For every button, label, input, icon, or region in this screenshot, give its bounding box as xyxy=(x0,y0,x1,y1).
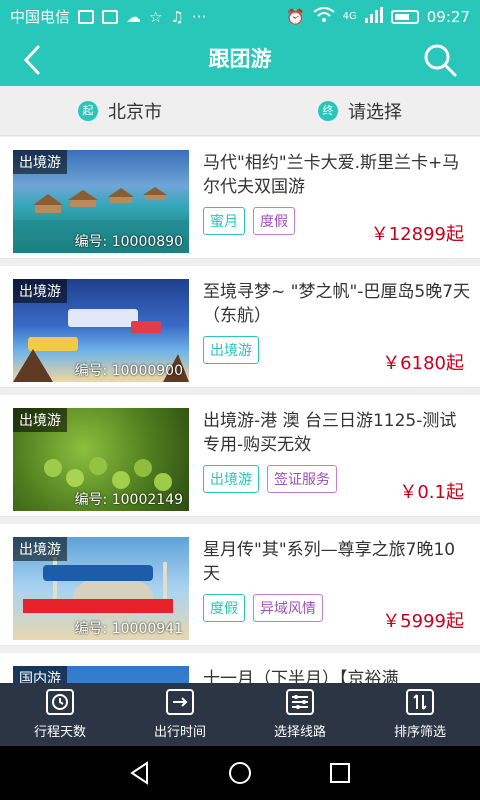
start-city-selector[interactable]: 起 北京市 xyxy=(0,86,240,135)
route-selector: 起 北京市 终 请选择 xyxy=(0,86,480,136)
star-icon: ☆ xyxy=(149,7,163,26)
tour-code: 编号: 10000890 xyxy=(74,234,183,250)
sliders-icon xyxy=(286,689,314,715)
tour-name: 马代"相约"兰卡大爱.斯里兰卡+马尔代夫双国游 xyxy=(203,153,460,197)
tour-price: ￥0.1起 xyxy=(399,482,464,503)
departure-time-button[interactable]: 出行时间 xyxy=(120,683,240,746)
tour-list-item[interactable]: 出境游 编号: 10002149 出境游-港 澳 台三日游1125-测试专用-购… xyxy=(0,395,480,517)
select-route-label: 选择线路 xyxy=(273,725,326,740)
clock-icon xyxy=(46,689,74,715)
tour-category: 出境游 xyxy=(13,150,67,174)
tour-thumbnail: 出境游 编号: 10000941 xyxy=(13,537,189,640)
recents-square-icon[interactable] xyxy=(327,760,353,786)
tour-category: 国内游 xyxy=(13,666,67,683)
signal-icon xyxy=(364,6,383,27)
tour-tag: 蜜月 xyxy=(203,207,245,235)
start-city: 北京市 xyxy=(108,101,162,123)
home-circle-icon[interactable] xyxy=(227,760,253,786)
tour-category: 出境游 xyxy=(13,408,67,432)
tour-thumbnail: 出境游 编号: 10002149 xyxy=(13,408,189,511)
end-city-selector[interactable]: 终 请选择 xyxy=(240,86,480,135)
system-nav-bar xyxy=(0,746,480,800)
cloud-icon: ☁ xyxy=(126,7,142,26)
app-bar: 跟团游 xyxy=(0,33,480,86)
status-bar: 中国电信 ☁ ☆ ♫ ··· ⏰ 4G 09:27 xyxy=(0,0,480,33)
tour-tag: 异域风情 xyxy=(253,594,323,622)
back-arrow-icon xyxy=(23,45,40,75)
tour-price: ￥5999起 xyxy=(382,611,464,632)
tour-list: 出境游 编号: 10000890 马代"相约"兰卡大爱.斯里兰卡+马尔代夫双国游… xyxy=(0,137,480,683)
more-icon: ··· xyxy=(191,7,207,26)
tour-list-item[interactable]: 出境游 编号: 10000900 至境寻梦~ "梦之帆"-巴厘岛5晚7天（东航）… xyxy=(0,266,480,388)
tour-name: 出境游-港 澳 台三日游1125-测试专用-购买无效 xyxy=(203,411,457,455)
tour-tag: 出境游 xyxy=(203,336,259,364)
tour-thumbnail: 出境游 编号: 10000900 xyxy=(13,279,189,382)
trip-days-label: 行程天数 xyxy=(33,725,86,740)
tour-list-item[interactable]: 国内游 十一月（下半月）【京裕满 xyxy=(0,653,480,683)
tour-tag: 度假 xyxy=(253,207,295,235)
alarm-icon: ⏰ xyxy=(285,7,305,26)
tour-code: 编号: 10000941 xyxy=(74,621,183,637)
carrier-label: 中国电信 xyxy=(10,8,71,26)
tour-category: 出境游 xyxy=(13,279,67,303)
wifi-icon xyxy=(313,6,335,27)
tour-tag: 度假 xyxy=(203,594,245,622)
back-triangle-icon[interactable] xyxy=(127,760,153,786)
tour-name: 至境寻梦~ "梦之帆"-巴厘岛5晚7天（东航） xyxy=(203,282,471,326)
tour-name: 十一月（下半月）【京裕满 xyxy=(203,669,399,683)
end-city: 请选择 xyxy=(348,101,402,123)
bottom-filter-bar: 行程天数 出行时间 选择线路 排序筛选 xyxy=(0,683,480,746)
sort-filter-button[interactable]: 排序筛选 xyxy=(360,683,480,746)
select-route-button[interactable]: 选择线路 xyxy=(240,683,360,746)
sort-icon xyxy=(406,689,434,715)
image-notification-icon xyxy=(78,9,95,24)
battery-icon xyxy=(390,9,419,24)
tour-code: 编号: 10002149 xyxy=(74,492,183,508)
music-icon: ♫ xyxy=(170,7,184,26)
clock: 09:27 xyxy=(426,7,470,26)
export-icon xyxy=(166,689,194,715)
sort-filter-label: 排序筛选 xyxy=(393,725,446,740)
tour-list-item[interactable]: 出境游 编号: 10000890 马代"相约"兰卡大爱.斯里兰卡+马尔代夫双国游… xyxy=(0,137,480,259)
tour-price: ￥12899起 xyxy=(370,224,464,245)
tour-tag: 签证服务 xyxy=(267,465,337,493)
end-badge: 终 xyxy=(318,100,338,121)
search-button[interactable] xyxy=(422,42,458,78)
tour-price: ￥6180起 xyxy=(382,353,464,374)
tour-code: 编号: 10000900 xyxy=(74,363,183,379)
mail-notification-icon xyxy=(102,9,119,24)
start-badge: 起 xyxy=(78,100,98,121)
search-icon xyxy=(424,44,457,77)
back-button[interactable] xyxy=(18,43,50,77)
network-type: 4G xyxy=(342,11,357,22)
tour-list-item[interactable]: 出境游 编号: 10000941 星月传"其"系列—尊享之旅7晚10天 度假 异… xyxy=(0,524,480,646)
tour-thumbnail: 出境游 编号: 10000890 xyxy=(13,150,189,253)
tour-tag: 出境游 xyxy=(203,465,259,493)
departure-time-label: 出行时间 xyxy=(153,725,206,740)
tour-name: 星月传"其"系列—尊享之旅7晚10天 xyxy=(203,540,456,584)
trip-days-button[interactable]: 行程天数 xyxy=(0,683,120,746)
tour-category: 出境游 xyxy=(13,537,67,561)
page-title: 跟团游 xyxy=(208,47,272,71)
tour-thumbnail: 国内游 xyxy=(13,666,189,683)
